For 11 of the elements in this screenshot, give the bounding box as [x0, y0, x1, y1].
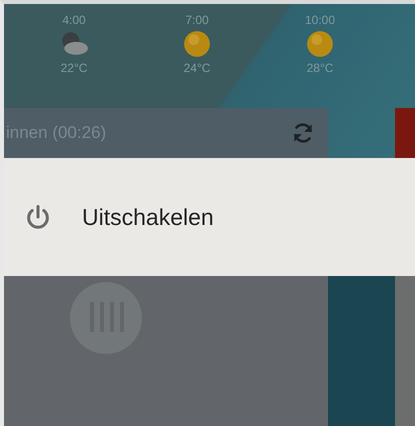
- power-icon: [24, 203, 52, 231]
- side-tile: [395, 108, 415, 158]
- sun-icon: [182, 29, 212, 59]
- forecast-time: 4:00: [61, 13, 87, 27]
- sun-icon: [305, 29, 335, 59]
- forecast-time: 7:00: [184, 13, 210, 27]
- forecast-temperature: 22°C: [60, 61, 88, 75]
- forecast-time: 10:00: [304, 13, 336, 27]
- forecast-temperature: 24°C: [182, 61, 212, 75]
- forecast-temperature: 28°C: [306, 61, 334, 75]
- power-off-item[interactable]: Uitschakelen: [4, 203, 214, 231]
